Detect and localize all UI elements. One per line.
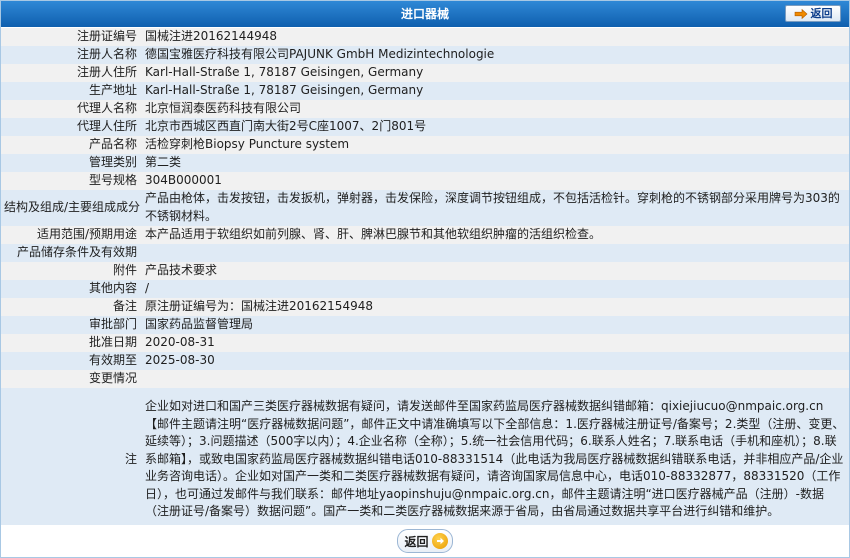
field-label: 注册人住所	[1, 64, 142, 82]
row-approval-date: 批准日期 2020-08-31	[1, 334, 849, 352]
field-label: 注册人名称	[1, 46, 142, 64]
arrow-circle-icon	[431, 533, 448, 549]
field-label: 注	[1, 388, 142, 531]
field-label: 审批部门	[1, 316, 142, 334]
field-value: Karl-Hall-Straße 1, 78187 Geisingen, Ger…	[142, 82, 849, 100]
back-button-bottom-label: 返回	[404, 534, 429, 549]
device-info-table: 注册证编号 国械注进20162144948 注册人名称 德国宝雅医疗科技有限公司…	[1, 28, 849, 531]
row-storage-validity: 产品储存条件及有效期	[1, 244, 849, 262]
field-value: 本产品适用于软组织如前列腺、肾、肝、脾淋巴腺节和其他软组织肿瘤的活组织检查。	[142, 226, 849, 244]
field-value: Karl-Hall-Straße 1, 78187 Geisingen, Ger…	[142, 64, 849, 82]
panel-header: 进口器械 返回	[1, 1, 849, 27]
field-value: 国械注进20162144948	[142, 28, 849, 46]
row-other-content: 其他内容 /	[1, 280, 849, 298]
field-label: 有效期至	[1, 352, 142, 370]
field-label: 备注	[1, 298, 142, 316]
field-value: 2020-08-31	[142, 334, 849, 352]
row-agent-name: 代理人名称 北京恒润泰医药科技有限公司	[1, 100, 849, 118]
field-label: 生产地址	[1, 82, 142, 100]
footer-bar: 返回	[1, 525, 849, 557]
field-label: 附件	[1, 262, 142, 280]
row-change-history: 变更情况	[1, 370, 849, 388]
field-value: 第二类	[142, 154, 849, 172]
row-valid-until: 有效期至 2025-08-30	[1, 352, 849, 370]
field-value: 北京市西城区西直门南大街2号C座1007、2门801号	[142, 118, 849, 136]
field-value: 产品技术要求	[142, 262, 849, 280]
field-label: 注册证编号	[1, 28, 142, 46]
field-label: 产品名称	[1, 136, 142, 154]
field-value: 2025-08-30	[142, 352, 849, 370]
field-label: 产品储存条件及有效期	[1, 244, 142, 262]
field-value: 活检穿刺枪Biopsy Puncture system	[142, 136, 849, 154]
back-button-top-label: 返回	[810, 6, 833, 20]
field-value: 北京恒润泰医药科技有限公司	[142, 100, 849, 118]
row-registration-number: 注册证编号 国械注进20162144948	[1, 28, 849, 46]
arrow-right-icon	[794, 8, 808, 19]
field-label: 其他内容	[1, 280, 142, 298]
row-structure-composition: 结构及组成/主要组成成分 产品由枪体，击发按钮，击发扳机，弹射器，击发保险，深度…	[1, 190, 849, 226]
row-registrant-name: 注册人名称 德国宝雅医疗科技有限公司PAJUNK GmbH Medizintec…	[1, 46, 849, 64]
back-button-bottom[interactable]: 返回	[397, 529, 453, 553]
row-note: 注 企业如对进口和国产三类医疗器械数据有疑问，请发送邮件至国家药监局医疗器械数据…	[1, 388, 849, 531]
note-text: 企业如对进口和国产三类医疗器械数据有疑问，请发送邮件至国家药监局医疗器械数据纠错…	[142, 388, 849, 531]
row-registrant-address: 注册人住所 Karl-Hall-Straße 1, 78187 Geisinge…	[1, 64, 849, 82]
field-value	[142, 244, 849, 262]
field-label: 批准日期	[1, 334, 142, 352]
row-intended-use: 适用范围/预期用途 本产品适用于软组织如前列腺、肾、肝、脾淋巴腺节和其他软组织肿…	[1, 226, 849, 244]
row-remarks: 备注 原注册证编号为：国械注进20162154948	[1, 298, 849, 316]
field-value: 德国宝雅医疗科技有限公司PAJUNK GmbH Medizintechnolog…	[142, 46, 849, 64]
row-product-name: 产品名称 活检穿刺枪Biopsy Puncture system	[1, 136, 849, 154]
field-label: 变更情况	[1, 370, 142, 388]
row-production-address: 生产地址 Karl-Hall-Straße 1, 78187 Geisingen…	[1, 82, 849, 100]
field-value: /	[142, 280, 849, 298]
row-agent-address: 代理人住所 北京市西城区西直门南大街2号C座1007、2门801号	[1, 118, 849, 136]
field-label: 管理类别	[1, 154, 142, 172]
detail-panel: 进口器械 返回 注册证编号 国械注进20162144948 注册人名称 德国宝雅…	[0, 0, 850, 558]
field-value: 国家药品监督管理局	[142, 316, 849, 334]
field-label: 代理人名称	[1, 100, 142, 118]
field-label: 代理人住所	[1, 118, 142, 136]
field-label: 结构及组成/主要组成成分	[1, 190, 142, 226]
field-label: 型号规格	[1, 172, 142, 190]
field-value: 304B000001	[142, 172, 849, 190]
field-value	[142, 370, 849, 388]
row-attachment: 附件 产品技术要求	[1, 262, 849, 280]
row-model-spec: 型号规格 304B000001	[1, 172, 849, 190]
field-value: 产品由枪体，击发按钮，击发扳机，弹射器，击发保险，深度调节按钮组成，不包括活检针…	[142, 190, 849, 226]
row-management-class: 管理类别 第二类	[1, 154, 849, 172]
row-approval-dept: 审批部门 国家药品监督管理局	[1, 316, 849, 334]
back-button-top[interactable]: 返回	[785, 5, 841, 22]
field-value: 原注册证编号为：国械注进20162154948	[142, 298, 849, 316]
page-title: 进口器械	[400, 7, 449, 21]
field-label: 适用范围/预期用途	[1, 226, 142, 244]
